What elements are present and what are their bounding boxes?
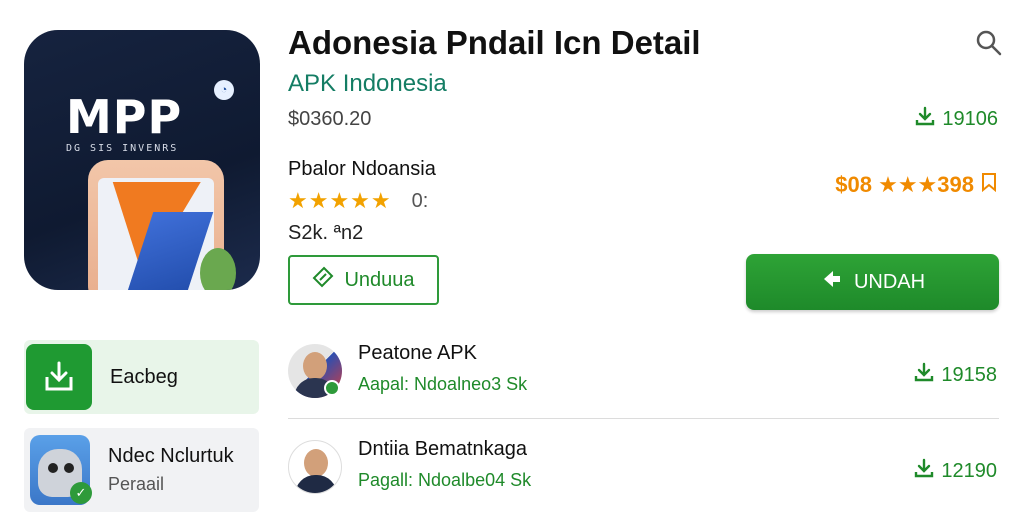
- sidebar-item-label: Eacbeg: [110, 365, 178, 388]
- page-title: Adonesia Pndail Icn Detail: [288, 24, 701, 61]
- rating-row: ★★★★★ 0:: [288, 188, 428, 214]
- downloads-value: 19106: [942, 107, 998, 130]
- download-icon: [913, 362, 935, 388]
- sidebar-item-ndec[interactable]: Ndec Nclurtuk Peraail: [24, 428, 259, 512]
- avatar: [288, 440, 342, 494]
- list-item-subtitle: Pagall: Ndoalbe04 Sk: [358, 470, 532, 490]
- download-icon: [913, 458, 935, 484]
- play-icon: [820, 268, 842, 296]
- list-item-downloads: 12190: [913, 458, 997, 484]
- download-icon: [914, 106, 936, 132]
- sidebar-item-eacbeg[interactable]: Eacbeg: [24, 340, 259, 414]
- star-rating-icon: ★★★★★: [288, 188, 392, 213]
- divider: [288, 418, 999, 419]
- list-item-count: 19158: [941, 363, 997, 386]
- app-logo-subtext: DG SIS INVENRS: [66, 143, 179, 154]
- unduh-button[interactable]: Unduua: [288, 255, 439, 305]
- sidebar-item-sublabel: Peraail: [108, 474, 165, 494]
- list-item-subtitle: Aapal: Ndoalneo3 Sk: [358, 374, 528, 394]
- review-count: S2k. ªn2: [288, 222, 364, 244]
- install-button-label: UNDAH: [853, 270, 926, 293]
- decorative-shape: [200, 248, 236, 290]
- app-logo-badge-icon: ◔: [214, 80, 234, 100]
- list-item-count: 12190: [941, 459, 997, 482]
- tag-icon: [312, 266, 334, 294]
- app-category: Pbalor Ndoansia: [288, 158, 436, 180]
- app-icon: MPP ◔ DG SIS INVENRS: [24, 30, 260, 290]
- downloads-count: 19106: [914, 106, 998, 132]
- sidebar-item-label: Ndec Nclurtuk: [108, 445, 234, 467]
- rating-summary-text: $08 ★★★398: [835, 172, 974, 197]
- search-icon[interactable]: [974, 28, 1004, 58]
- list-item[interactable]: Dntiia Bematnkaga Pagall: Ndoalbe04 Sk 1…: [288, 436, 999, 508]
- unduh-button-label: Unduua: [344, 268, 415, 291]
- install-button[interactable]: UNDAH: [746, 254, 999, 310]
- developer-name[interactable]: APK Indonesia: [288, 70, 447, 98]
- verified-badge-icon: [324, 380, 340, 396]
- app-price: $0360.20: [288, 108, 372, 130]
- list-item-title: Peatone APK: [358, 342, 477, 364]
- list-item-title: Dntiia Bematnkaga: [358, 438, 527, 460]
- bookmark-icon[interactable]: [980, 172, 998, 198]
- app-logo-text: MPP: [66, 90, 183, 144]
- check-badge-icon: ✓: [70, 482, 92, 504]
- rating-summary: $08 ★★★398: [835, 172, 998, 198]
- list-item[interactable]: Peatone APK Aapal: Ndoalneo3 Sk 19158: [288, 340, 999, 412]
- rating-score: 0:: [411, 189, 429, 212]
- download-box-icon: [26, 344, 92, 410]
- list-item-downloads: 19158: [913, 362, 997, 388]
- phone-screen: [98, 178, 214, 290]
